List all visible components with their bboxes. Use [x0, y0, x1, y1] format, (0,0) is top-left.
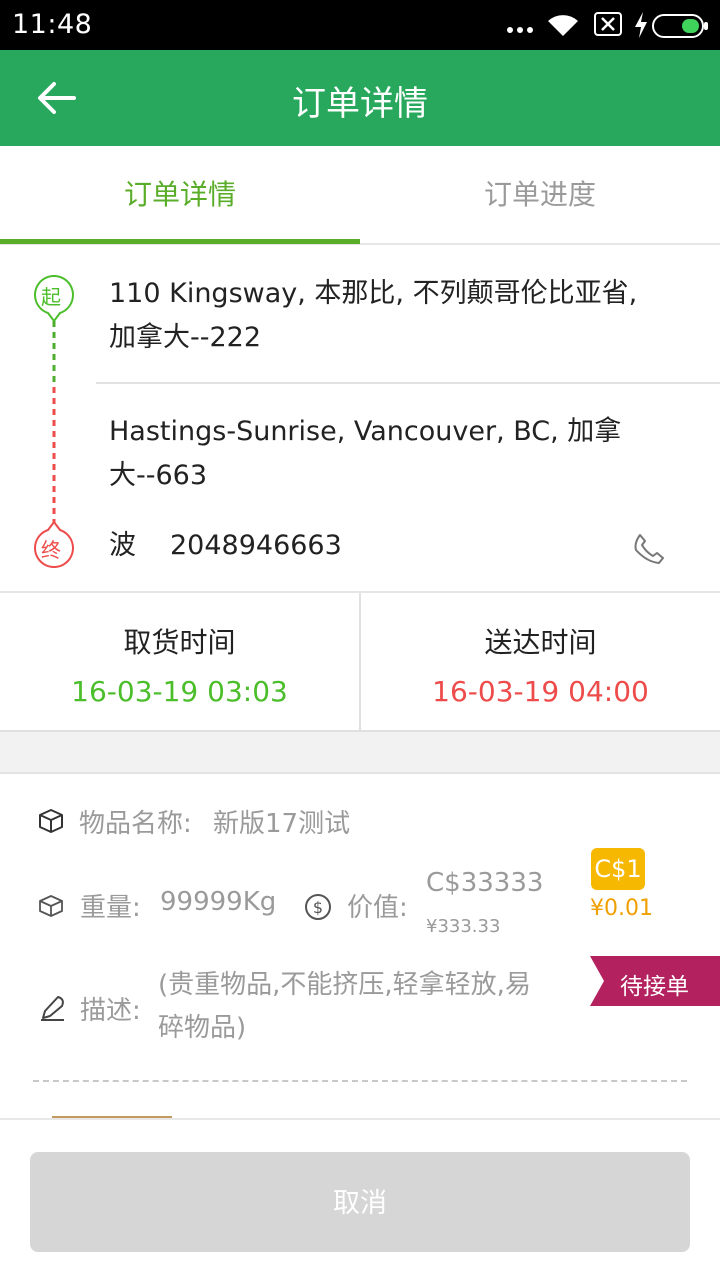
dashed-divider: [33, 1080, 687, 1082]
contact-name: 波: [109, 530, 136, 561]
pickup-time-label: 取货时间: [123, 626, 236, 659]
end-marker-label: 终: [41, 538, 61, 562]
value-cny: ¥333.33: [426, 916, 501, 937]
contact-phone[interactable]: 2048946663: [170, 524, 342, 568]
no-sim-icon: [594, 12, 622, 36]
value-cad: C$33333: [426, 868, 544, 898]
page-title: 订单详情: [292, 84, 428, 124]
weight-box-icon: [39, 895, 63, 917]
start-marker-label: 起: [41, 285, 61, 309]
item-name-value: 新版17测试: [213, 809, 351, 839]
package-icon: [39, 809, 63, 833]
status-time: 11:48: [12, 9, 93, 40]
description-label: 描述:: [80, 996, 141, 1026]
route-line: [52, 321, 56, 531]
charging-icon: [635, 12, 647, 38]
delivery-time-cell: 送达时间 16-03-19 04:00: [361, 593, 720, 730]
pickup-address: 110 Kingsway, 本那比, 不列颠哥伦比亚省, 加拿大--222: [109, 278, 638, 353]
route-section: 起 终 110 Kingsway, 本那比, 不列颠哥伦比亚省, 加拿大--22…: [0, 245, 720, 593]
order-status-tag: 待接单: [590, 956, 720, 1006]
tab-bar: 订单详情 订单进度: [0, 146, 720, 245]
footer-bar: 取消: [0, 1118, 720, 1282]
tab-order-progress[interactable]: 订单进度: [360, 146, 720, 243]
weight-value: 99999Kg: [160, 887, 277, 917]
time-panel: 取货时间 16-03-19 03:03 送达时间 16-03-19 04:00: [0, 593, 720, 732]
delivery-time-value: 16-03-19 04:00: [432, 675, 649, 708]
pickup-time-cell: 取货时间 16-03-19 03:03: [0, 593, 359, 730]
svg-text:$: $: [313, 898, 323, 917]
section-gap: [0, 732, 720, 774]
status-bar: 11:48: [0, 0, 720, 50]
tab-order-details[interactable]: 订单详情: [0, 146, 360, 243]
more-dots-icon: [507, 27, 533, 33]
cancel-order-button[interactable]: 取消: [30, 1152, 690, 1252]
dollar-coin-icon: $: [305, 894, 331, 920]
item-name-label: 物品名称:: [79, 809, 192, 839]
wifi-icon: [548, 15, 578, 36]
value-label: 价值:: [347, 893, 408, 923]
delivery-address: Hastings-Sunrise, Vancouver, BC, 加拿 大--6…: [109, 416, 622, 491]
edit-pen-icon: [41, 996, 64, 1021]
app-header: 订单详情: [0, 50, 720, 146]
phone-icon[interactable]: [632, 532, 666, 566]
order-status-label: 待接单: [620, 974, 689, 1000]
fee-badge: C$1: [591, 848, 645, 890]
description-text: (贵重物品,不能挤压,轻拿轻放,易 碎物品): [158, 970, 531, 1043]
active-tab-indicator: [0, 239, 360, 244]
battery-icon: [652, 14, 708, 38]
fee-cny: ¥0.01: [590, 896, 653, 921]
delivery-time-label: 送达时间: [484, 626, 597, 659]
pickup-time-value: 16-03-19 03:03: [71, 675, 288, 708]
weight-label: 重量:: [80, 893, 141, 923]
address-divider: [96, 382, 720, 384]
